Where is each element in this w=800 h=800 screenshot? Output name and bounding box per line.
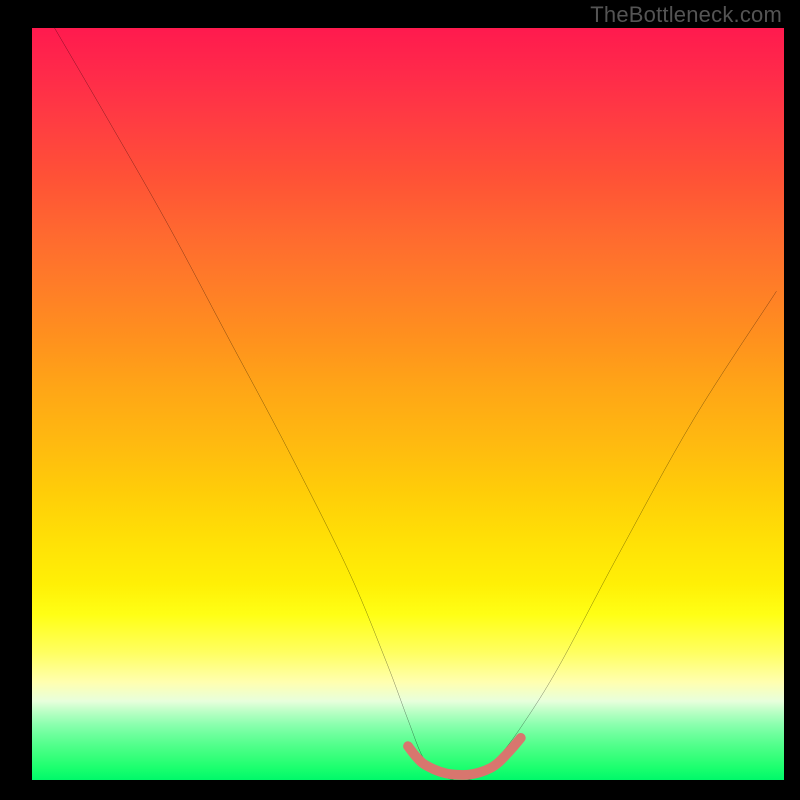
chart-svg bbox=[32, 28, 784, 780]
chart-container: TheBottleneck.com bbox=[0, 0, 800, 800]
watermark-text: TheBottleneck.com bbox=[590, 2, 782, 28]
optimal-highlight bbox=[408, 738, 521, 775]
plot-area bbox=[32, 28, 784, 780]
bottleneck-curve bbox=[55, 28, 777, 780]
